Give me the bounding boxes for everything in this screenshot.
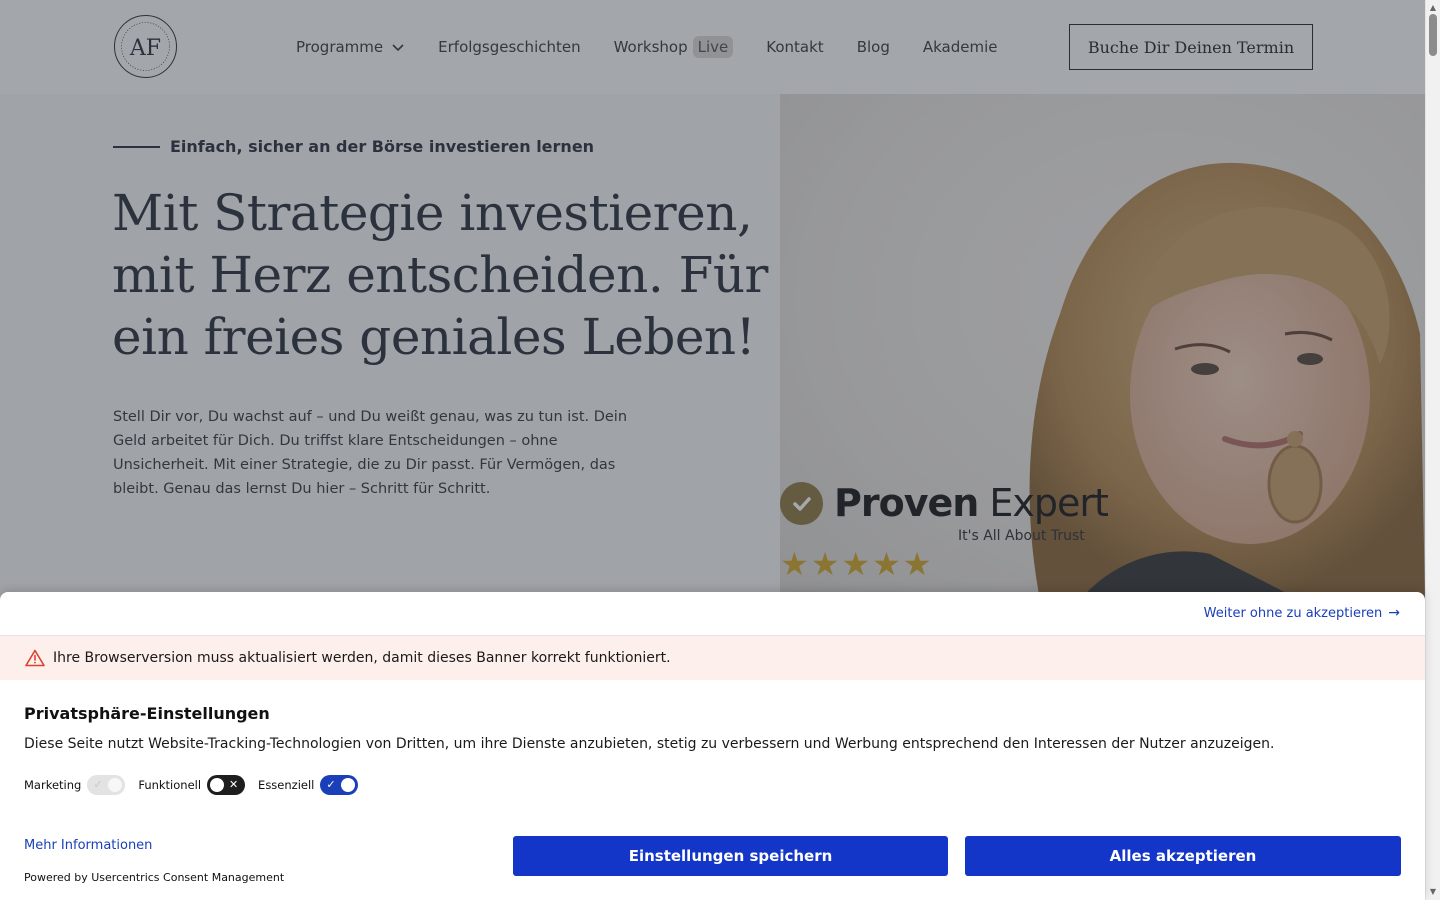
toggle-group-essenziell: Essenziell ✓	[258, 775, 359, 795]
warning-text: Ihre Browserversion muss aktualisiert we…	[53, 650, 671, 666]
consent-title: Privatsphäre-Einstellungen	[24, 704, 270, 723]
toggle-group-marketing: Marketing ✓	[24, 775, 126, 795]
vertical-scrollbar[interactable]: ▲ ▼	[1425, 0, 1440, 900]
scroll-down-arrow-icon[interactable]: ▼	[1429, 888, 1437, 896]
skip-link-label: Weiter ohne zu akzeptieren	[1203, 605, 1383, 621]
toggle-knob	[341, 778, 356, 792]
checkmark-icon: ✓	[93, 778, 103, 791]
accept-all-button[interactable]: Alles akzeptieren	[965, 836, 1401, 876]
toggle-group-funktionell: Funktionell ✕	[138, 775, 246, 795]
toggle-label: Essenziell	[258, 778, 315, 792]
warning-triangle-icon	[25, 649, 45, 667]
consent-banner: Weiter ohne zu akzeptieren → Ihre Browse…	[0, 592, 1425, 900]
save-settings-button[interactable]: Einstellungen speichern	[513, 836, 948, 876]
continue-without-accepting-link[interactable]: Weiter ohne zu akzeptieren →	[1204, 605, 1400, 621]
powered-by-text: Powered by Usercentrics Consent Manageme…	[24, 871, 285, 884]
consent-description: Diese Seite nutzt Website-Tracking-Techn…	[24, 736, 1275, 752]
more-information-link[interactable]: Mehr Informationen	[24, 838, 152, 853]
marketing-toggle[interactable]: ✓	[87, 775, 126, 795]
toggle-knob	[108, 778, 123, 792]
consent-banner-topbar: Weiter ohne zu akzeptieren →	[0, 592, 1425, 636]
scroll-up-arrow-icon[interactable]: ▲	[1429, 4, 1437, 12]
consent-category-toggles: Marketing ✓ Funktionell ✕ Essenziell ✓	[24, 775, 371, 795]
toggle-knob	[210, 778, 225, 792]
browser-warning-bar: Ihre Browserversion muss aktualisiert we…	[0, 636, 1425, 680]
toggle-label: Funktionell	[138, 778, 202, 792]
toggle-label: Marketing	[24, 778, 82, 792]
arrow-right-icon: →	[1388, 605, 1400, 621]
funktionell-toggle[interactable]: ✕	[207, 775, 246, 795]
checkmark-icon: ✓	[326, 778, 336, 791]
scrollbar-thumb[interactable]	[1429, 14, 1437, 56]
close-x-icon: ✕	[229, 778, 239, 791]
essenziell-toggle[interactable]: ✓	[320, 775, 359, 795]
